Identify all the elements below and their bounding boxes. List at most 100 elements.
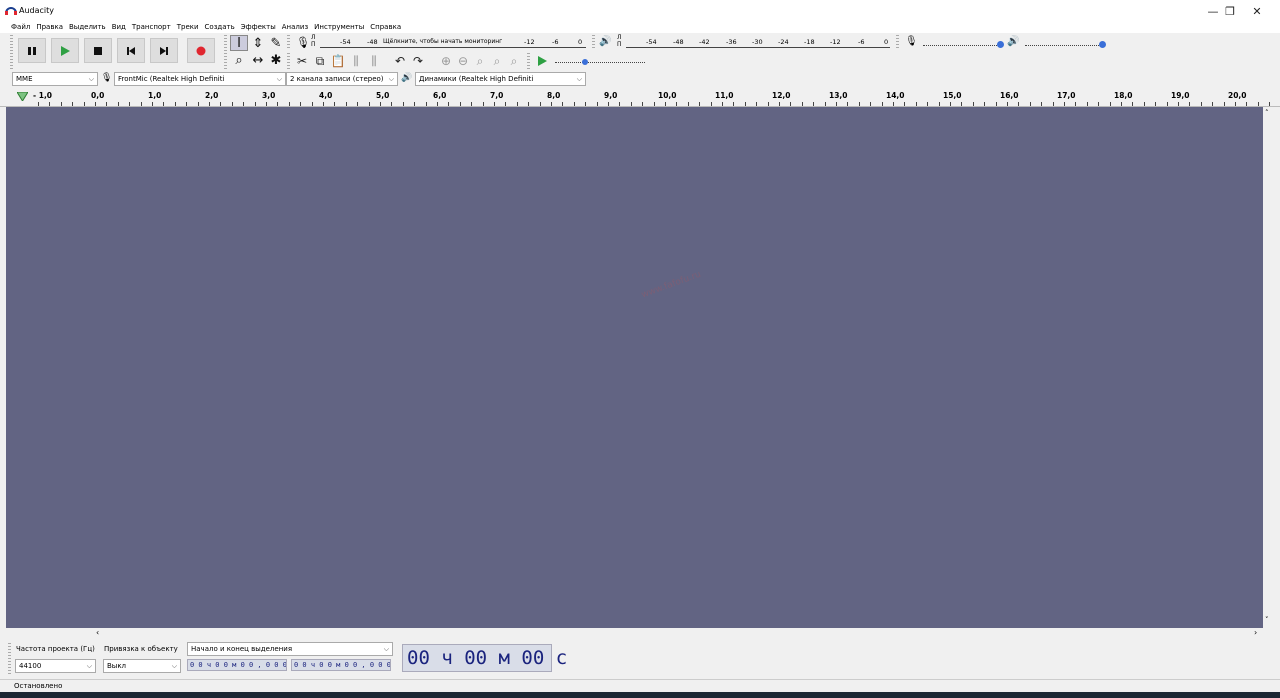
track-panel[interactable] bbox=[6, 107, 1263, 628]
zoom-toggle-button[interactable]: ⌕ bbox=[506, 53, 522, 69]
menu-generate[interactable]: Создать bbox=[202, 21, 238, 33]
horizontal-scrollbar[interactable]: ‹ › bbox=[96, 628, 1274, 639]
ruler-tick bbox=[1167, 102, 1168, 106]
trim-button[interactable]: ⫼ bbox=[348, 53, 364, 69]
stop-button[interactable] bbox=[84, 38, 112, 63]
skip-to-end-button[interactable] bbox=[150, 38, 178, 63]
slider-thumb[interactable] bbox=[997, 41, 1004, 48]
zoom-in-button[interactable]: ⊕ bbox=[438, 53, 454, 69]
ruler-tick bbox=[1224, 102, 1225, 106]
pause-button[interactable] bbox=[18, 38, 46, 63]
menu-select[interactable]: Выделить bbox=[66, 21, 109, 33]
scroll-down-icon[interactable]: ˅ bbox=[1265, 616, 1269, 624]
ruler-label: 7,0 bbox=[490, 91, 504, 100]
playback-device-select[interactable]: Динамики (Realtek High Definiti ⌵ bbox=[415, 72, 586, 86]
undo-button[interactable]: ↶ bbox=[392, 53, 408, 69]
zoom-in-icon: ⊕ bbox=[440, 54, 452, 68]
menu-file[interactable]: Файл bbox=[8, 21, 33, 33]
timeline-ruler[interactable]: - 1,0 0,0 1,0 2,0 3,0 4,0 5,0 6,0 7,0 8,… bbox=[0, 88, 1280, 107]
ruler-tick bbox=[1121, 102, 1122, 106]
ruler-tick bbox=[312, 102, 313, 106]
ruler-tick bbox=[232, 102, 233, 106]
slider-thumb[interactable] bbox=[582, 59, 588, 65]
envelope-tool[interactable]: ⇕ bbox=[249, 35, 267, 51]
i-beam-icon: I bbox=[237, 35, 241, 51]
record-meter[interactable]: -54 -48 Щёлкните, чтобы начать мониторин… bbox=[318, 34, 588, 52]
scroll-left-icon[interactable]: ‹ bbox=[96, 628, 99, 637]
record-button[interactable] bbox=[187, 38, 215, 63]
playback-volume-slider[interactable] bbox=[1025, 40, 1106, 48]
close-button[interactable]: ✕ bbox=[1240, 0, 1274, 22]
menu-tracks[interactable]: Треки bbox=[174, 21, 202, 33]
fit-project-button[interactable]: ⌕ bbox=[489, 53, 505, 69]
ruler-tick bbox=[209, 102, 210, 106]
fit-selection-button[interactable]: ⌕ bbox=[472, 53, 488, 69]
play-button[interactable] bbox=[51, 38, 79, 63]
ruler-tick bbox=[448, 102, 449, 106]
skip-start-icon bbox=[127, 46, 135, 55]
play-head-icon[interactable] bbox=[17, 92, 28, 101]
toolbar-grip[interactable] bbox=[224, 35, 227, 69]
scroll-up-icon[interactable]: ˄ bbox=[1265, 109, 1269, 117]
menu-transport[interactable]: Транспорт bbox=[129, 21, 174, 33]
snap-to-select[interactable]: Выкл ⌵ bbox=[103, 659, 181, 673]
toolbar-grip[interactable] bbox=[287, 35, 290, 50]
microphone-icon[interactable]: 🎙 bbox=[296, 36, 310, 49]
toolbar-grip[interactable] bbox=[527, 53, 530, 69]
menu-analyze[interactable]: Анализ bbox=[279, 21, 311, 33]
silence-button[interactable]: ⫼ bbox=[366, 53, 382, 69]
ruler-tick bbox=[688, 102, 689, 106]
project-rate-select[interactable]: 44100 ⌵ bbox=[15, 659, 96, 673]
copy-button[interactable]: ⧉ bbox=[312, 53, 328, 69]
ruler-tick bbox=[756, 102, 757, 106]
ruler-tick bbox=[323, 102, 324, 106]
selection-tool[interactable]: I bbox=[230, 35, 248, 51]
audio-host-select[interactable]: MME ⌵ bbox=[12, 72, 98, 86]
ruler-tick bbox=[1075, 102, 1076, 106]
zoom-out-button[interactable]: ⊖ bbox=[455, 53, 471, 69]
selection-start-time[interactable]: 0 0 ч 0 0 м 0 0 , 0 0 0 с bbox=[187, 659, 287, 671]
menu-view[interactable]: Вид bbox=[109, 21, 129, 33]
time-shift-tool[interactable]: ↔ bbox=[249, 52, 267, 68]
toolbar-grip[interactable] bbox=[8, 643, 11, 676]
ruler-tick bbox=[186, 102, 187, 106]
zoom-tool[interactable]: ⌕ bbox=[230, 52, 248, 68]
selection-end-time[interactable]: 0 0 ч 0 0 м 0 0 , 0 0 0 с bbox=[291, 659, 391, 671]
menu-tools[interactable]: Инструменты bbox=[311, 21, 367, 33]
play-at-speed-button[interactable] bbox=[534, 53, 550, 69]
multi-tool[interactable]: ✱ bbox=[267, 52, 285, 68]
toolbar-dock: I ⇕ ✎ ⌕ ↔ ✱ 🎙 Л П -54 -48 Щёлкните, чтоб… bbox=[0, 33, 1280, 71]
slider-thumb[interactable] bbox=[1099, 41, 1106, 48]
toolbar-grip[interactable] bbox=[287, 53, 290, 69]
ruler-tick bbox=[141, 102, 142, 106]
cut-button[interactable]: ✂ bbox=[294, 53, 310, 69]
record-meter-prompt: Щёлкните, чтобы начать мониторинг bbox=[383, 38, 503, 45]
audio-position-display[interactable]: 00 ч 00 м 00 с bbox=[402, 644, 567, 672]
skip-to-start-button[interactable] bbox=[117, 38, 145, 63]
ruler-tick bbox=[859, 102, 860, 106]
menu-effects[interactable]: Эффекты bbox=[238, 21, 279, 33]
playback-meter[interactable]: -54 -48 -42 -36 -30 -24 -18 -12 -6 0 bbox=[624, 34, 892, 52]
vertical-scrollbar[interactable]: ˄ ˅ bbox=[1263, 107, 1274, 628]
scroll-right-icon[interactable]: › bbox=[1254, 628, 1257, 637]
menu-help[interactable]: Справка bbox=[367, 21, 404, 33]
recording-volume-slider[interactable] bbox=[923, 40, 1004, 48]
speaker-icon[interactable]: 🔊 bbox=[599, 36, 611, 47]
redo-button[interactable]: ↷ bbox=[410, 53, 426, 69]
ruler-tick bbox=[255, 102, 256, 106]
playback-speed-slider[interactable] bbox=[555, 58, 647, 66]
meter-tick: -12 bbox=[830, 38, 841, 46]
recording-device-select[interactable]: FrontMic (Realtek High Definiti ⌵ bbox=[114, 72, 286, 86]
paste-button[interactable]: 📋 bbox=[330, 53, 346, 69]
ruler-tick bbox=[369, 102, 370, 106]
pause-icon bbox=[28, 46, 36, 55]
selection-mode-select[interactable]: Начало и конец выделения ⌵ bbox=[187, 642, 393, 656]
toolbar-grip[interactable] bbox=[592, 35, 595, 50]
play-at-speed-icon bbox=[538, 56, 547, 66]
ruler-label: 10,0 bbox=[658, 91, 677, 100]
menu-edit[interactable]: Правка bbox=[33, 21, 66, 33]
recording-channels-select[interactable]: 2 канала записи (стерео) ⌵ bbox=[286, 72, 398, 86]
toolbar-grip[interactable] bbox=[10, 35, 13, 69]
toolbar-grip[interactable] bbox=[896, 35, 899, 50]
draw-tool[interactable]: ✎ bbox=[267, 35, 285, 51]
